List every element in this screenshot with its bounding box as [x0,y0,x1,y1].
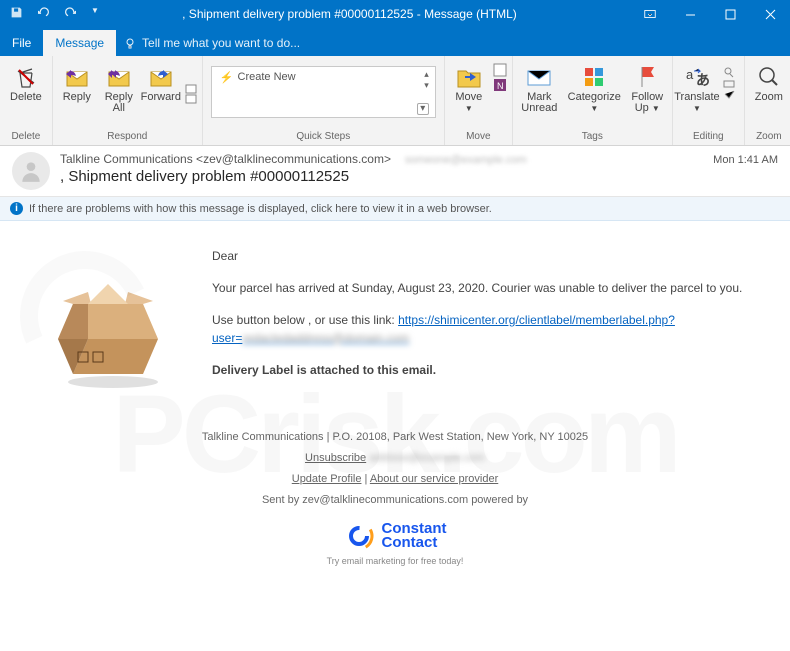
tab-message[interactable]: Message [43,30,116,56]
body-paragraph-3: Delivery Label is attached to this email… [212,363,436,377]
constant-contact-text: Constant Contact [382,522,447,550]
respond-more-button[interactable] [183,60,199,107]
delete-icon [12,63,40,91]
zoom-button[interactable]: Zoom [749,60,789,106]
ribbon-options-icon[interactable] [630,0,670,28]
chevron-down-icon: ▼ [693,104,701,113]
chevron-down-icon: ▼ [590,104,598,113]
unsubscribe-link[interactable]: Unsubscribe [305,452,366,464]
translate-icon: aあ [683,63,711,91]
sender-avatar [12,152,50,190]
quick-access-toolbar: ▼ [0,6,109,22]
qat-customize-icon[interactable]: ▼ [91,6,99,22]
translate-button[interactable]: aあTranslate▼ [677,60,717,117]
move-button[interactable]: Move ▼ [449,60,489,117]
received-time: Mon 1:41 AM [713,152,778,166]
chevron-down-icon: ▼ [465,104,473,113]
window-controls [630,0,790,28]
message-header: Talkline Communications <zev@talklinecom… [0,146,790,197]
rules-onenote-icon: N [493,63,507,93]
group-label-qs: Quick Steps [203,131,444,145]
mark-unread-button[interactable]: Mark Unread [517,60,562,117]
chevron-down-icon: ▼ [652,104,660,113]
svg-text:N: N [497,81,504,91]
chevron-up-down-icon[interactable]: ▴▾ [424,69,429,91]
group-label-move: Move [445,131,512,145]
maximize-icon[interactable] [710,0,750,28]
group-label-delete: Delete [0,131,52,145]
meeting-icon [185,84,197,104]
reply-all-button[interactable]: Reply All [99,60,139,117]
quick-steps-gallery[interactable]: ⚡ Create New ▴▾ ▾ [211,66,436,118]
body-paragraph-2: Use button below , or use this link: htt… [212,311,762,347]
minimize-icon[interactable] [670,0,710,28]
constant-contact-icon [344,521,374,551]
group-label-tags: Tags [513,131,672,145]
unsubscribe-address: address@example.com [369,452,485,464]
info-icon: i [10,202,23,215]
categorize-icon [580,63,608,91]
tell-me-search[interactable]: Tell me what you want to do... [116,30,308,56]
quick-steps-item: Create New [238,71,296,83]
svg-text:a: a [686,67,694,82]
update-profile-link[interactable]: Update Profile [292,473,362,485]
delete-button[interactable]: Delete [4,60,48,106]
envelope-icon [525,63,553,91]
sent-by-text: Sent by zev@talklinecommunications.com p… [28,490,762,511]
redo-icon[interactable] [64,6,77,22]
categorize-button[interactable]: Categorize▼ [564,60,625,117]
body-greeting: Dear [212,247,762,265]
message-body: PCrisk.com Dear Your parcel has arrived … [0,221,790,651]
recipient-address: someone@example.com [405,154,527,166]
info-bar-text: If there are problems with how this mess… [29,203,492,215]
save-icon[interactable] [10,6,23,22]
constant-contact-logo: Constant Contact Try email marketing for… [28,521,762,570]
group-label-zoom: Zoom [745,131,790,145]
subject-line: , Shipment delivery problem #00000112525 [60,168,713,185]
parcel-image [28,239,188,399]
forward-icon [147,63,175,91]
reply-button[interactable]: Reply [57,60,97,106]
move-icon [455,63,483,91]
constant-contact-tagline: Try email marketing for free today! [327,553,464,570]
reply-icon [63,63,91,91]
about-provider-link[interactable]: About our service provider [370,473,498,485]
window-titlebar: ▼ , Shipment delivery problem #000001125… [0,0,790,28]
footer-address: Talkline Communications | P.O. 20108, Pa… [28,427,762,448]
flag-icon [633,63,661,91]
ribbon-tabs: File Message Tell me what you want to do… [0,28,790,56]
close-icon[interactable] [750,0,790,28]
follow-up-button[interactable]: Follow Up ▼ [627,60,668,117]
email-footer: Talkline Communications | P.O. 20108, Pa… [28,427,762,570]
sender-name: Talkline Communications <zev@talklinecom… [60,152,391,166]
forward-button[interactable]: Forward [141,60,181,106]
tell-me-label: Tell me what you want to do... [142,36,300,50]
ribbon: Delete Delete Reply Reply All Forward Re… [0,56,790,146]
lightning-icon: ⚡ [220,71,234,84]
expand-gallery-icon[interactable]: ▾ [417,103,429,115]
info-bar[interactable]: i If there are problems with how this me… [0,197,790,221]
reply-all-icon [105,63,133,91]
window-title: , Shipment delivery problem #00000112525… [109,7,630,21]
body-paragraph-1: Your parcel has arrived at Sunday, Augus… [212,279,762,297]
lightbulb-icon [124,37,136,49]
undo-icon[interactable] [37,6,50,22]
group-label-editing: Editing [673,131,744,145]
group-label-respond: Respond [53,131,202,145]
move-more-button[interactable]: N [491,60,509,96]
find-related-select-icon [722,66,736,102]
svg-text:あ: あ [696,72,710,88]
tab-file[interactable]: File [0,30,43,56]
editing-more-button[interactable] [719,60,740,105]
zoom-icon [755,63,783,91]
